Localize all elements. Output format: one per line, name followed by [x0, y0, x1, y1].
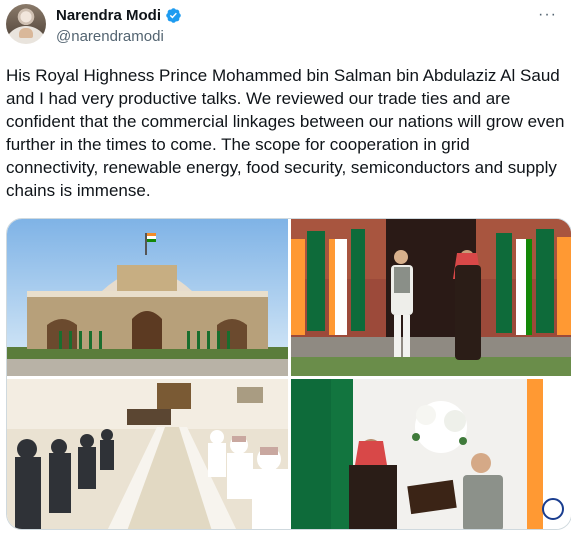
more-options-icon[interactable]: ···	[538, 6, 557, 24]
author-handle[interactable]: @narendramodi	[56, 28, 164, 45]
photo-palace[interactable]	[7, 219, 288, 376]
photo-leaders-walking[interactable]	[291, 219, 571, 376]
photo-delegation-meeting[interactable]	[7, 379, 288, 529]
author-name-row: Narendra Modi	[56, 7, 182, 24]
tweet-text: His Royal Highness Prince Mohammed bin S…	[6, 66, 570, 200]
photo-document-exchange[interactable]	[291, 379, 571, 529]
media-grid	[6, 218, 571, 530]
avatar[interactable]	[6, 4, 46, 44]
verified-badge-icon	[166, 8, 181, 23]
author-name[interactable]: Narendra Modi	[56, 7, 161, 24]
tweet-header: Narendra Modi @narendramodi ···	[6, 4, 561, 48]
